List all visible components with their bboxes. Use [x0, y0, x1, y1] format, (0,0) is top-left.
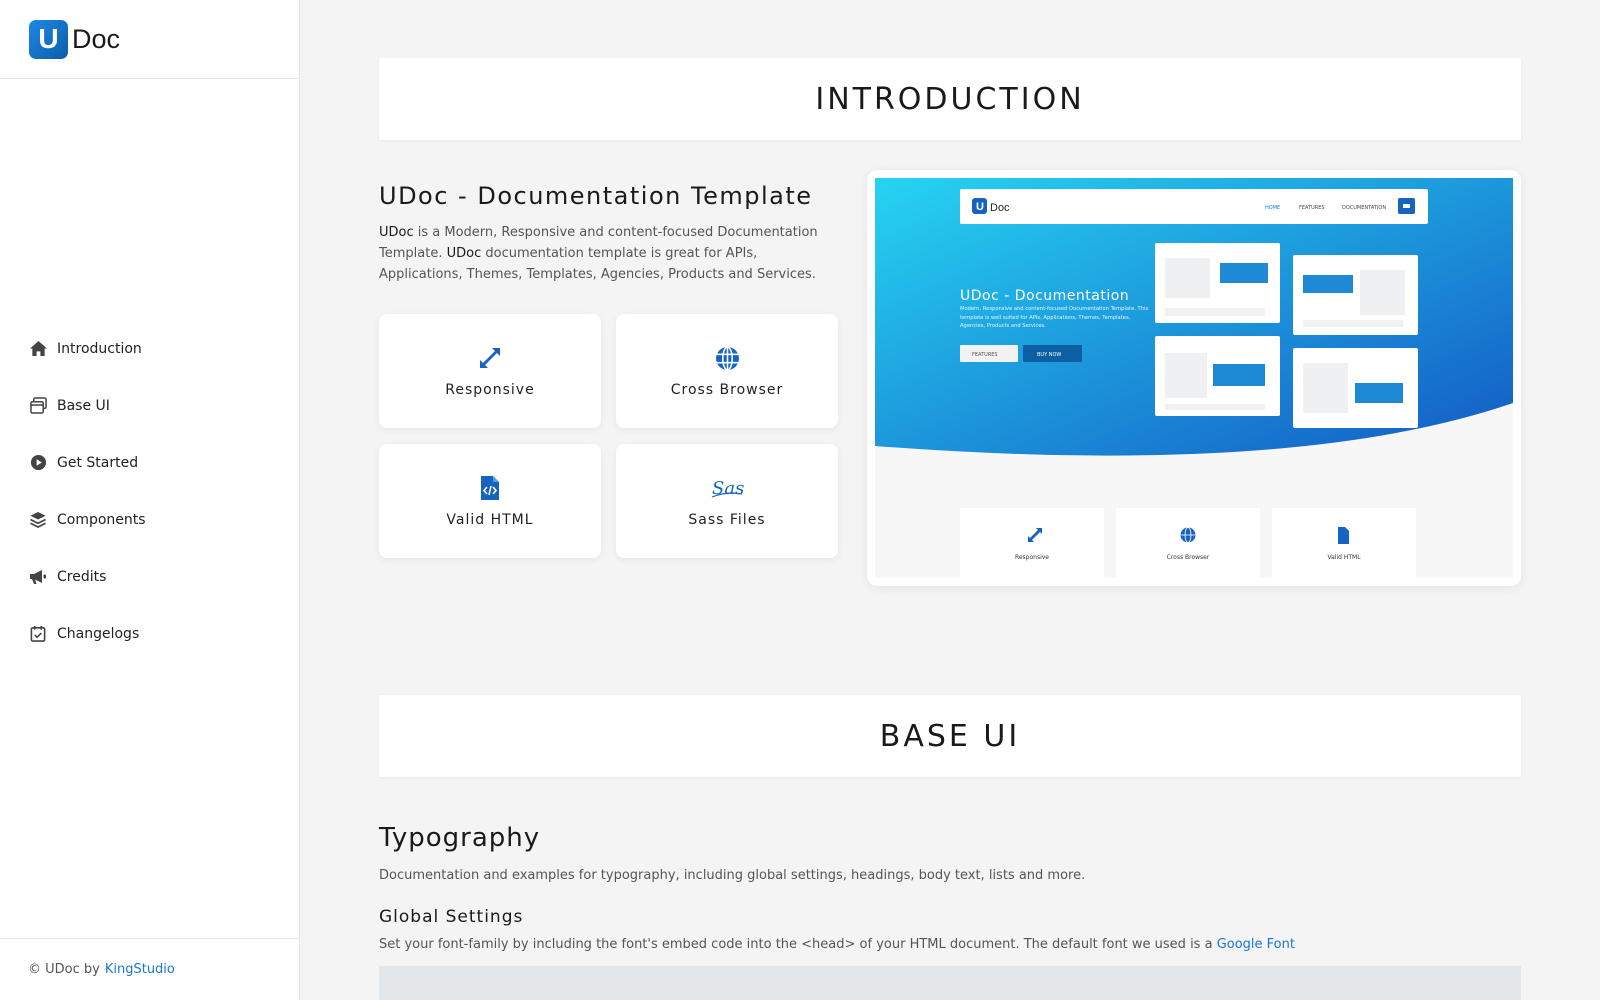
- feature-label: Cross Browser: [670, 382, 784, 398]
- sidebar-footer: © UDoc by KingStudio: [0, 938, 300, 1000]
- typography-title: Typography: [379, 823, 541, 853]
- preview-hero-text: Modern, Responsive and content-focused D…: [960, 306, 1149, 329]
- brand-mention: UDoc: [446, 246, 482, 261]
- sidebar-item-label: Changelogs: [57, 625, 140, 642]
- feature-card-valid-html: Valid HTML: [379, 444, 601, 558]
- sass-icon: Sass: [710, 474, 744, 502]
- expand-arrows-icon: [478, 344, 502, 372]
- sidebar-item-label: Introduction: [57, 340, 142, 357]
- preview-card-label: Responsive: [1015, 554, 1049, 561]
- sidebar: U Doc Introduction Base UI Get Started C…: [0, 0, 300, 1000]
- footer-credit-text: © UDoc by: [28, 962, 100, 977]
- global-settings-title: Global Settings: [379, 907, 524, 927]
- intro-title: UDoc - Documentation Template: [379, 182, 813, 210]
- template-preview-image: U Doc HOME FEATURES DOCUMENTATION UDoc -…: [867, 170, 1521, 586]
- sidebar-nav: Introduction Base UI Get Started Compone…: [0, 320, 300, 662]
- preview-nav-item: DOCUMENTATION: [1342, 205, 1386, 211]
- preview-btn-buy: BUY NOW: [1037, 352, 1061, 358]
- preview-card-valid-html: Valid HTML: [1272, 508, 1416, 578]
- intro-description: UDoc is a Modern, Responsive and content…: [379, 222, 829, 285]
- brand-badge: U: [29, 19, 68, 59]
- sidebar-item-label: Get Started: [57, 454, 139, 471]
- feature-card-responsive: Responsive: [379, 314, 601, 428]
- preview-mini-screenshot-4: [1293, 348, 1418, 428]
- typography-description: Documentation and examples for typograph…: [379, 868, 1086, 883]
- megaphone-icon: [28, 567, 48, 587]
- code-block: [379, 966, 1521, 1000]
- section-title: BASE UI: [879, 718, 1021, 754]
- preview-card-label: Cross Browser: [1167, 554, 1210, 561]
- globe-icon: [715, 344, 740, 372]
- footer-author-link[interactable]: KingStudio: [105, 962, 175, 977]
- preview-card-label: Valid HTML: [1327, 554, 1361, 561]
- preview-hero-title: UDoc - Documentation: [960, 288, 1129, 304]
- preview-mini-screenshot-2: [1293, 255, 1418, 335]
- layers-icon: [28, 510, 48, 530]
- google-font-link[interactable]: Google Font: [1217, 937, 1295, 952]
- preview-canvas: U Doc HOME FEATURES DOCUMENTATION UDoc -…: [875, 178, 1513, 578]
- section-header-introduction: INTRODUCTION: [379, 58, 1521, 140]
- feature-label: Valid HTML: [446, 512, 534, 528]
- section-header-base-ui: BASE UI: [379, 695, 1521, 777]
- sidebar-item-changelogs[interactable]: Changelogs: [0, 605, 300, 662]
- sidebar-item-label: Components: [57, 511, 146, 528]
- calendar-check-icon: [28, 624, 48, 644]
- svg-text:U: U: [976, 201, 984, 213]
- sidebar-item-label: Base UI: [57, 397, 110, 414]
- preview-card-responsive: Responsive: [960, 508, 1104, 578]
- feature-card-cross-browser: Cross Browser: [616, 314, 838, 428]
- sidebar-item-get-started[interactable]: Get Started: [0, 434, 300, 491]
- sidebar-item-credits[interactable]: Credits: [0, 548, 300, 605]
- preview-mini-screenshot-1: [1155, 243, 1280, 323]
- brand-logo[interactable]: U Doc: [0, 0, 299, 79]
- preview-nav-item: HOME: [1265, 205, 1280, 211]
- sidebar-item-components[interactable]: Components: [0, 491, 300, 548]
- feature-card-sass-files: Sass Sass Files: [616, 444, 838, 558]
- window-icon: [28, 396, 48, 416]
- section-title: INTRODUCTION: [815, 81, 1085, 117]
- code-file-icon: [480, 474, 500, 502]
- preview-btn-features: FEATURES: [972, 352, 998, 358]
- preview-brand: Doc: [990, 202, 1010, 214]
- sidebar-item-base-ui[interactable]: Base UI: [0, 377, 300, 434]
- sidebar-item-label: Credits: [57, 568, 107, 585]
- feature-label: Sass Files: [688, 512, 766, 528]
- brand-name: Doc: [72, 23, 121, 54]
- play-circle-icon: [28, 453, 48, 473]
- home-icon: [28, 339, 48, 359]
- preview-mini-screenshot-3: [1155, 336, 1280, 416]
- sidebar-item-introduction[interactable]: Introduction: [0, 320, 300, 377]
- preview-illustration: U Doc HOME FEATURES DOCUMENTATION UDoc -…: [875, 178, 1513, 578]
- global-settings-description: Set your font-family by including the fo…: [379, 937, 1295, 952]
- global-settings-text: Set your font-family by including the fo…: [379, 937, 1217, 952]
- preview-card-cross-browser: Cross Browser: [1116, 508, 1260, 578]
- preview-nav-item: FEATURES: [1299, 205, 1325, 211]
- brand-mention: UDoc: [379, 225, 414, 240]
- feature-label: Responsive: [445, 382, 535, 398]
